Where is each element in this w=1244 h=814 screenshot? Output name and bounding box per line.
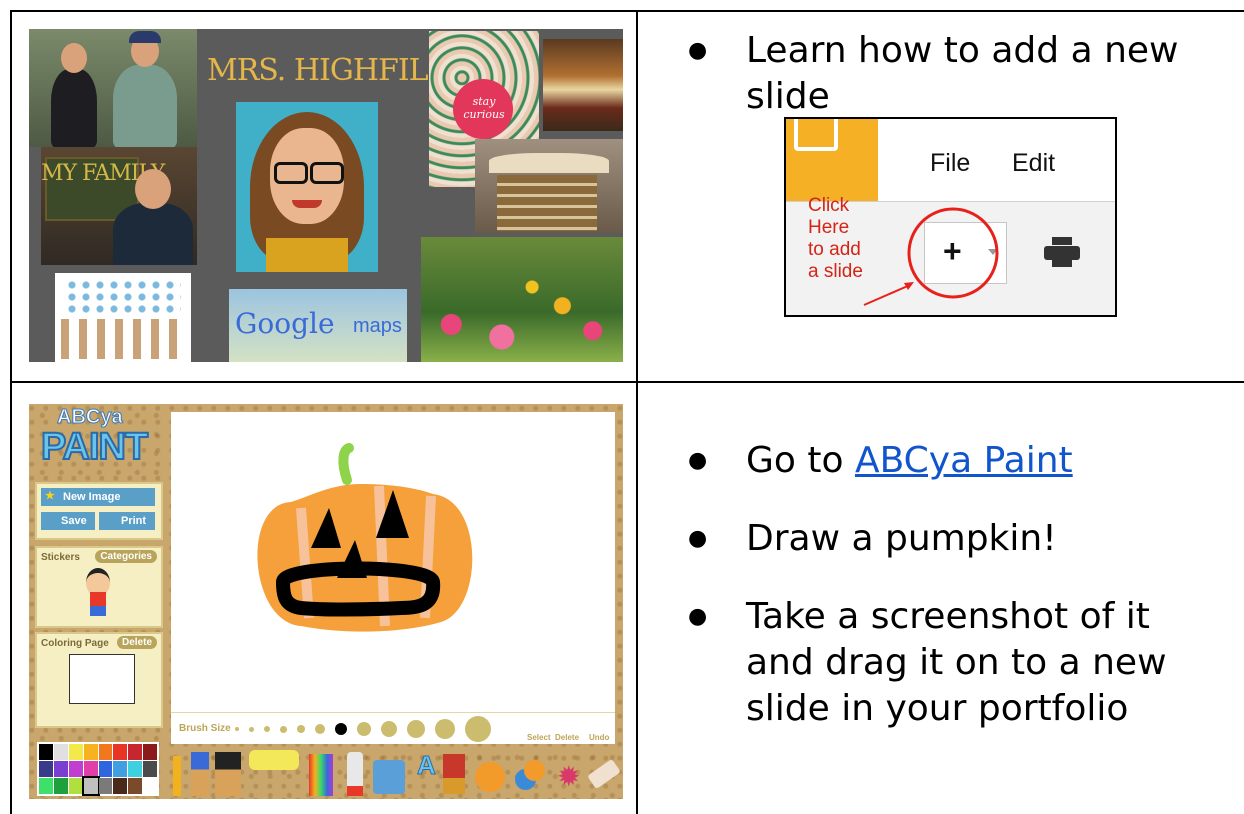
delete-label[interactable]: Delete	[555, 733, 579, 742]
brush-size-option[interactable]	[249, 726, 254, 732]
new-image-button[interactable]: ★ New Image	[41, 488, 155, 506]
color-swatch[interactable]	[53, 761, 68, 777]
star-icon: ★	[45, 490, 55, 502]
color-swatch[interactable]	[98, 744, 113, 760]
rainbow-brush-icon[interactable]	[309, 754, 333, 796]
color-swatch[interactable]	[98, 778, 113, 794]
coloring-page-panel: Coloring Page Delete	[35, 632, 163, 728]
stickers-panel: Stickers Categories	[35, 546, 163, 628]
family-photo-dad: MY FAMILY	[41, 147, 197, 265]
color-swatch[interactable]	[143, 778, 157, 794]
spray-can-icon[interactable]	[347, 752, 363, 796]
color-palette	[37, 742, 159, 796]
pumpkin-drawing	[257, 443, 473, 632]
coloring-page-thumbnail[interactable]	[69, 654, 135, 704]
color-swatch[interactable]	[128, 744, 143, 760]
books-photo	[475, 139, 623, 233]
table-divider-horizontal	[10, 381, 1244, 383]
color-swatch[interactable]	[143, 761, 157, 777]
google-maps-word: maps	[353, 315, 402, 337]
brush-size-bar: Brush Size Select Delete Undo	[171, 712, 615, 745]
sandwich-photo	[543, 39, 623, 131]
brush-icon[interactable]	[191, 752, 209, 796]
bullet-learn-add-slide: Learn how to add a new slide	[688, 28, 1208, 120]
sticker-boy[interactable]	[83, 568, 113, 618]
family-photo-boys	[29, 29, 197, 147]
text-tool-icon[interactable]: A	[417, 750, 437, 781]
drawing-canvas[interactable]: Brush Size Select Delete Undo	[171, 412, 615, 744]
technology-illustration	[55, 273, 191, 362]
brush-size-option[interactable]	[381, 721, 397, 737]
color-swatch[interactable]	[68, 761, 83, 777]
color-swatch[interactable]	[113, 744, 128, 760]
color-swatch[interactable]	[39, 761, 53, 777]
color-swatch[interactable]	[39, 744, 53, 760]
color-swatch[interactable]	[39, 778, 53, 794]
google-maps-image: Google maps	[229, 289, 407, 362]
color-swatch[interactable]	[128, 778, 143, 794]
brush-size-option[interactable]	[280, 725, 287, 733]
save-button[interactable]: Save	[41, 512, 95, 530]
bullet-take-screenshot: Take a screenshot of it and drag it on t…	[688, 594, 1216, 732]
table-border-left	[10, 10, 12, 814]
wide-brush-icon[interactable]	[215, 752, 241, 796]
eraser-icon[interactable]	[587, 758, 621, 790]
color-swatch[interactable]	[53, 744, 68, 760]
color-swatch[interactable]	[68, 778, 83, 794]
brush-size-option[interactable]	[435, 719, 455, 739]
brush-size-option[interactable]	[297, 725, 305, 733]
brush-size-option[interactable]	[465, 716, 491, 742]
table-divider-vertical	[636, 10, 638, 814]
roller-icon[interactable]	[249, 750, 299, 770]
color-swatch[interactable]	[83, 761, 98, 777]
brush-size-option[interactable]	[235, 727, 239, 731]
color-swatch[interactable]	[53, 778, 68, 794]
brush-size-option[interactable]	[335, 723, 347, 735]
google-maps-brand: Google	[235, 307, 335, 340]
slides-toolbar-screenshot: File Edit Click Here to add a slide +	[784, 117, 1117, 317]
circle-shape-icon[interactable]	[475, 762, 505, 792]
color-swatch[interactable]	[113, 778, 128, 794]
print-button-abcya[interactable]: Print	[99, 512, 155, 530]
color-swatch[interactable]	[113, 761, 128, 777]
color-swatch[interactable]	[128, 761, 143, 777]
brush-size-option[interactable]	[357, 722, 371, 736]
row2-bullet-list: Go to ABCya Paint Draw a pumpkin! Take a…	[688, 438, 1216, 732]
file-panel: ★ New Image Save Print	[35, 482, 163, 540]
sparkle-icon[interactable]: ✹	[557, 760, 580, 793]
stamp-icon[interactable]	[443, 754, 465, 794]
color-swatch[interactable]	[143, 744, 157, 760]
portfolio-collage: MY FAMILY MRS. HIGHFILL Google maps stay…	[29, 29, 623, 362]
undo-label[interactable]: Undo	[589, 733, 609, 742]
teacher-avatar	[236, 102, 378, 272]
table-border-top	[10, 10, 1244, 12]
delete-page-button[interactable]: Delete	[116, 636, 157, 649]
brush-size-option[interactable]	[315, 724, 325, 734]
abcya-paint-link[interactable]: ABCya Paint	[855, 440, 1073, 481]
color-swatch[interactable]	[81, 776, 100, 796]
brush-size-label: Brush Size	[179, 723, 231, 734]
abcya-logo: ABCya PAINT	[40, 406, 149, 470]
shapes-icon[interactable]	[515, 760, 545, 790]
brush-size-option[interactable]	[407, 720, 425, 738]
row1-bullet-list: Learn how to add a new slide	[688, 28, 1208, 120]
color-swatch[interactable]	[98, 761, 113, 777]
red-callout-circle	[863, 207, 999, 306]
flowers-photo	[421, 237, 623, 362]
paint-bucket-icon[interactable]	[373, 760, 405, 794]
color-swatch[interactable]	[68, 744, 83, 760]
abcya-paint-screenshot: ABCya PAINT ★ New Image Save Print Stick…	[29, 404, 623, 799]
bullet-go-to-abcya: Go to ABCya Paint	[688, 438, 1216, 484]
stay-curious-text: stay curious	[463, 95, 505, 121]
color-swatch[interactable]	[83, 744, 98, 760]
select-label[interactable]: Select	[527, 733, 551, 742]
pencil-icon[interactable]	[173, 756, 181, 796]
tools-row: A ✹	[169, 748, 621, 798]
teacher-name: MRS. HIGHFILL	[207, 53, 448, 88]
brush-size-option[interactable]	[264, 726, 270, 732]
categories-button[interactable]: Categories	[95, 550, 157, 563]
bullet-draw-pumpkin: Draw a pumpkin!	[688, 516, 1216, 562]
